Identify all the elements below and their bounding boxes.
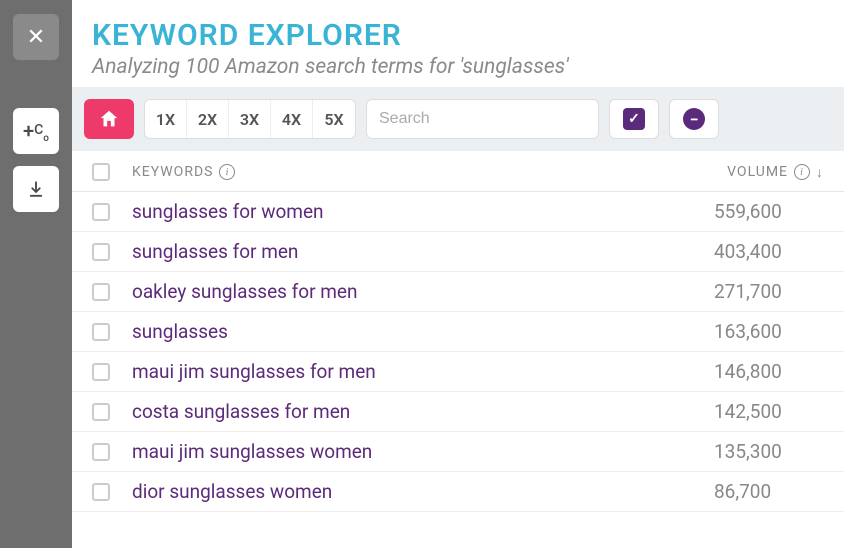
search-input[interactable]	[366, 99, 599, 139]
table-row: oakley sunglasses for men271,700	[72, 272, 844, 312]
keyword-cell[interactable]: sunglasses for women	[132, 200, 714, 223]
column-header-volume[interactable]: VOLUME i ↓	[727, 164, 824, 181]
check-icon: ✓	[623, 108, 645, 130]
keywords-header-label: KEYWORDS	[132, 164, 213, 180]
info-icon[interactable]: i	[794, 164, 810, 180]
minus-icon: −	[683, 108, 705, 130]
row-checkbox-cell	[92, 363, 132, 381]
volume-cell: 271,700	[714, 280, 824, 303]
volume-cell: 559,600	[714, 200, 824, 223]
table-row: sunglasses163,600	[72, 312, 844, 352]
row-checkbox-cell	[92, 483, 132, 501]
table-row: dior sunglasses women86,700	[72, 472, 844, 512]
column-header-keywords[interactable]: KEYWORDS i	[132, 164, 727, 180]
volume-header-label: VOLUME	[727, 164, 788, 180]
add-co-button[interactable]: +Co	[13, 108, 59, 154]
page-subtitle: Analyzing 100 Amazon search terms for 's…	[92, 55, 824, 79]
sidebar: ✕ +Co	[0, 0, 72, 548]
volume-cell: 142,500	[714, 400, 824, 423]
keyword-cell[interactable]: maui jim sunglasses women	[132, 440, 714, 463]
volume-cell: 86,700	[714, 480, 824, 503]
table-row: sunglasses for men403,400	[72, 232, 844, 272]
table-body: sunglasses for women559,600sunglasses fo…	[72, 192, 844, 512]
table-row: costa sunglasses for men142,500	[72, 392, 844, 432]
volume-cell: 135,300	[714, 440, 824, 463]
toolbar: 1X 2X 3X 4X 5X ✓ −	[72, 87, 844, 151]
row-checkbox-cell	[92, 283, 132, 301]
row-checkbox[interactable]	[92, 243, 110, 261]
main-panel: KEYWORD EXPLORER Analyzing 100 Amazon se…	[72, 0, 844, 548]
download-button[interactable]	[13, 166, 59, 212]
home-button[interactable]	[84, 99, 134, 139]
info-icon[interactable]: i	[219, 164, 235, 180]
download-icon	[27, 180, 45, 198]
row-checkbox[interactable]	[92, 283, 110, 301]
keyword-cell[interactable]: sunglasses	[132, 320, 714, 343]
row-checkbox[interactable]	[92, 363, 110, 381]
keyword-cell[interactable]: oakley sunglasses for men	[132, 280, 714, 303]
row-checkbox[interactable]	[92, 443, 110, 461]
header-checkbox-cell	[92, 163, 132, 181]
row-checkbox-cell	[92, 323, 132, 341]
multiplier-5x[interactable]: 5X	[313, 100, 355, 138]
volume-cell: 163,600	[714, 320, 824, 343]
row-checkbox[interactable]	[92, 403, 110, 421]
volume-cell: 146,800	[714, 360, 824, 383]
row-checkbox[interactable]	[92, 483, 110, 501]
plus-icon: +	[23, 119, 34, 143]
table-row: sunglasses for women559,600	[72, 192, 844, 232]
multiplier-1x[interactable]: 1X	[145, 100, 187, 138]
page-title: KEYWORD EXPLORER	[92, 18, 824, 53]
keyword-cell[interactable]: dior sunglasses women	[132, 480, 714, 503]
header: KEYWORD EXPLORER Analyzing 100 Amazon se…	[72, 0, 844, 87]
row-checkbox-cell	[92, 243, 132, 261]
keyword-cell[interactable]: maui jim sunglasses for men	[132, 360, 714, 383]
row-checkbox[interactable]	[92, 323, 110, 341]
multiplier-4x[interactable]: 4X	[271, 100, 313, 138]
keyword-cell[interactable]: costa sunglasses for men	[132, 400, 714, 423]
close-button[interactable]: ✕	[13, 14, 59, 60]
home-icon	[98, 108, 120, 130]
deselect-button[interactable]: −	[669, 99, 719, 139]
table-row: maui jim sunglasses for men146,800	[72, 352, 844, 392]
multiplier-2x[interactable]: 2X	[187, 100, 229, 138]
table-header: KEYWORDS i VOLUME i ↓	[72, 151, 844, 192]
row-checkbox[interactable]	[92, 203, 110, 221]
row-checkbox-cell	[92, 443, 132, 461]
sort-desc-icon: ↓	[816, 164, 824, 181]
keyword-cell[interactable]: sunglasses for men	[132, 240, 714, 263]
close-icon: ✕	[27, 25, 45, 50]
multiplier-3x[interactable]: 3X	[229, 100, 271, 138]
row-checkbox-cell	[92, 203, 132, 221]
select-all-checkbox[interactable]	[92, 163, 110, 181]
multiplier-group: 1X 2X 3X 4X 5X	[144, 99, 356, 139]
select-all-button[interactable]: ✓	[609, 99, 659, 139]
table-row: maui jim sunglasses women135,300	[72, 432, 844, 472]
row-checkbox-cell	[92, 403, 132, 421]
volume-cell: 403,400	[714, 240, 824, 263]
co-label: Co	[34, 122, 49, 141]
